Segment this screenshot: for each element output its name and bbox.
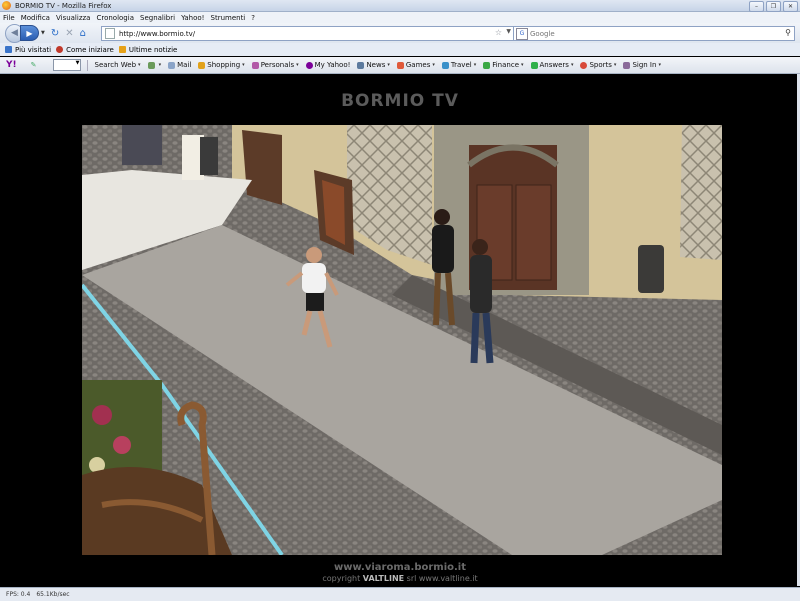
menu-visualizza[interactable]: Visualizza: [53, 14, 93, 22]
yahoo-search-select[interactable]: ▼: [52, 59, 81, 71]
history-dropdown-icon[interactable]: ▼: [41, 30, 45, 36]
url-bar[interactable]: http://www.bormio.tv/ ☆ ▼: [101, 26, 514, 41]
window-controls: – ❐ ✕: [749, 1, 798, 12]
my-yahoo-icon: [305, 61, 313, 69]
yahoo-shopping[interactable]: Shopping ▾: [198, 61, 245, 69]
webcam-photo: [82, 125, 722, 555]
page-icon: [105, 28, 115, 39]
yahoo-my-yahoo[interactable]: My Yahoo!: [305, 61, 350, 69]
answers-icon: [530, 61, 538, 69]
menu-yahoo[interactable]: Yahoo!: [178, 14, 207, 22]
menu-strumenti[interactable]: Strumenti: [208, 14, 249, 22]
status-bar: FPS: 0.4 65.1Kb/sec: [0, 587, 800, 601]
page-title: BORMIO TV: [341, 91, 459, 111]
yahoo-finance[interactable]: Finance ▾: [483, 61, 524, 69]
bookmark-most-visited[interactable]: Più visitati: [5, 46, 51, 54]
news-icon: [357, 61, 365, 69]
close-icon[interactable]: ✕: [783, 1, 798, 12]
yahoo-logo[interactable]: Y!: [6, 60, 17, 70]
minimize-icon[interactable]: –: [749, 1, 764, 12]
bookmarks-toolbar: Più visitati Come iniziare Ultime notizi…: [0, 43, 800, 56]
yahoo-games[interactable]: Games ▾: [396, 61, 435, 69]
yahoo-personals[interactable]: Personals ▾: [251, 61, 299, 69]
back-forward-group: ◀ ▶ ▼: [5, 23, 45, 43]
search-input[interactable]: [530, 29, 770, 38]
navigation-toolbar: ◀ ▶ ▼ ↻ ✕ ⌂ http://www.bormio.tv/ ☆ ▼ G …: [0, 23, 800, 43]
copyright-footer: copyright VALTLINE srl www.valtline.it: [322, 574, 478, 583]
menu-cronologia[interactable]: Cronologia: [93, 14, 137, 22]
yahoo-travel[interactable]: Travel ▾: [441, 61, 476, 69]
sports-icon: [580, 61, 588, 69]
bookmark-folder-icon: [5, 46, 12, 53]
menu-file[interactable]: File: [0, 14, 18, 22]
home-icon[interactable]: ⌂: [80, 28, 86, 39]
url-text[interactable]: http://www.bormio.tv/: [119, 30, 195, 38]
yahoo-sign-in[interactable]: Sign In ▾: [623, 61, 661, 69]
bookmark-getting-started[interactable]: Come iniziare: [56, 46, 114, 54]
stop-icon[interactable]: ✕: [65, 28, 73, 39]
rss-icon: [118, 46, 126, 53]
page-viewport: BORMIO TV www.viaroma.bormio.it copyrigh…: [3, 74, 797, 586]
transfer-rate: 65.1Kb/sec: [36, 591, 70, 598]
restore-icon[interactable]: ❐: [766, 1, 781, 12]
sign-in-icon: [623, 61, 631, 69]
yahoo-search-web[interactable]: Search Web ▾: [95, 61, 141, 69]
search-engine-icon[interactable]: G: [516, 27, 528, 40]
yahoo-answers[interactable]: Answers ▾: [530, 61, 573, 69]
travel-icon: [441, 61, 449, 69]
separator: [86, 59, 88, 71]
yahoo-sports[interactable]: Sports ▾: [580, 61, 616, 69]
bookmark-star-icon[interactable]: ☆: [495, 28, 502, 37]
menu-segnalibri[interactable]: Segnalibri: [137, 14, 178, 22]
yahoo-mail[interactable]: Mail: [168, 61, 191, 69]
site-url-footer[interactable]: www.viaroma.bormio.it: [3, 562, 797, 573]
firefox-icon: [2, 1, 11, 10]
mail-icon: [168, 61, 176, 69]
search-bar[interactable]: G ⚲: [513, 26, 795, 41]
yahoo-share-icon[interactable]: ▾: [147, 61, 161, 69]
bookmark-latest-news[interactable]: Ultime notizie: [118, 46, 177, 54]
street-scene-image: [82, 125, 722, 555]
games-icon: [396, 61, 404, 69]
window-titlebar: BORMIO TV - Mozilla Firefox – ❐ ✕: [0, 0, 800, 12]
bookmark-red-icon: [56, 46, 64, 53]
yahoo-toolbar: Y! ✎ ▼ Search Web ▾ ▾ Mail Shopping ▾ Pers…: [0, 57, 800, 74]
search-icon[interactable]: ⚲: [785, 28, 791, 37]
fps-readout: FPS: 0.4: [6, 591, 31, 598]
window-title: BORMIO TV - Mozilla Firefox: [15, 1, 112, 10]
reload-icon[interactable]: ↻: [51, 28, 59, 39]
shopping-icon: [198, 61, 206, 69]
yahoo-news[interactable]: News ▾: [357, 61, 390, 69]
forward-button[interactable]: ▶: [20, 25, 39, 41]
menu-modifica[interactable]: Modifica: [18, 14, 53, 22]
url-dropdown-icon[interactable]: ▼: [506, 28, 511, 35]
menu-help[interactable]: ?: [248, 14, 258, 22]
menu-bar: File Modifica Visualizza Cronologia Segn…: [0, 12, 800, 23]
pencil-icon[interactable]: ✎: [31, 61, 37, 69]
finance-icon: [483, 61, 491, 69]
personals-icon: [251, 61, 259, 69]
